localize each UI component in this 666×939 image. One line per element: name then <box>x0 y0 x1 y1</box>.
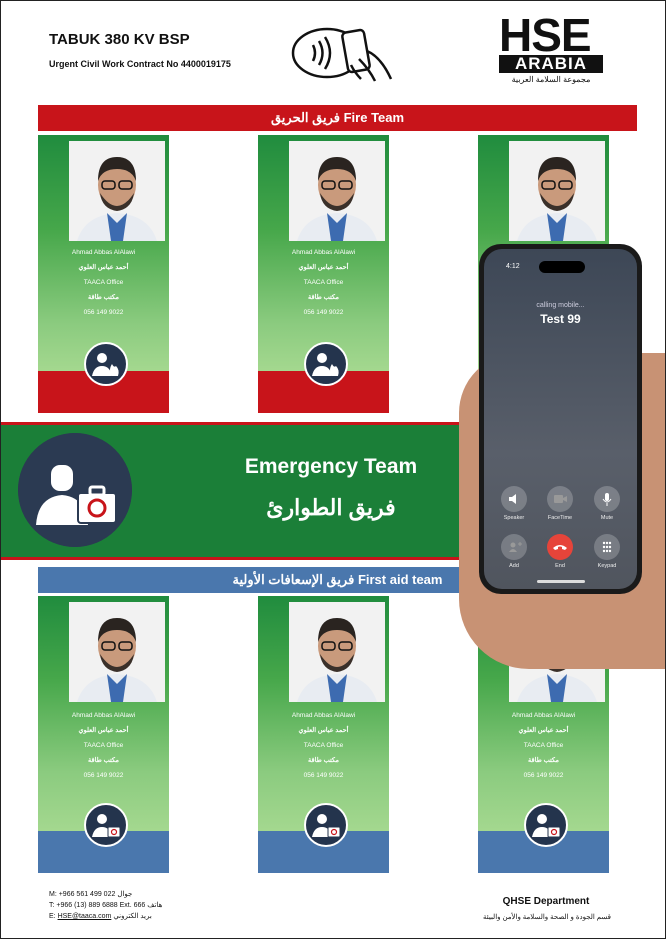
smartphone: 4:12 calling mobile... Test 99 Speaker F… <box>479 244 642 594</box>
footer-contact: M: +966 561 499 022 جوال T: +966 (13) 88… <box>49 889 162 922</box>
end-call-button[interactable] <box>547 534 573 560</box>
project-title: TABUK 380 KV BSP <box>49 31 190 48</box>
mute-label: Mute <box>600 515 614 521</box>
mute-button[interactable] <box>594 486 620 512</box>
member-info: Ahmad Abbas AlAlawi أحمد عباس العلوي TAA… <box>478 708 609 783</box>
emergency-team-title-en: Emergency Team <box>244 455 418 478</box>
member-info: Ahmad Abbas AlAlawi أحمد عباس العلوي TAA… <box>38 708 169 783</box>
member-photo <box>289 141 385 241</box>
member-name-en: Ahmad Abbas AlAlawi <box>291 249 356 256</box>
first-aid-card-1: Ahmad Abbas AlAlawi أحمد عباس العلوي TAA… <box>38 596 169 873</box>
dynamic-island <box>539 261 585 273</box>
member-office-ar: مكتب طاقة <box>528 757 559 764</box>
member-photo <box>69 602 165 702</box>
add-label: Add <box>509 563 519 569</box>
footer-email-suffix: بريد الكتروني <box>111 913 152 920</box>
member-office-ar: مكتب طاقة <box>88 294 119 301</box>
member-photo <box>509 141 605 241</box>
member-info: Ahmad Abbas AlAlawi أحمد عباس العلوي TAA… <box>38 245 169 320</box>
speaker-button[interactable] <box>501 486 527 512</box>
keypad-button[interactable] <box>594 534 620 560</box>
end-label: End <box>555 563 565 569</box>
member-name-ar: أحمد عباس العلوي <box>78 264 129 271</box>
footer-email-link[interactable]: HSE@taaca.com <box>58 913 112 920</box>
qhse-department-title: QHSE Department <box>502 896 590 907</box>
footer-telephone: T: +966 (13) 889 6888 Ext. 666 هاتف <box>49 902 163 909</box>
medic-with-first-aid-kit-icon <box>18 433 132 547</box>
qhse-department-arabic: قسم الجودة و الصحة والسلامة والأمن والبي… <box>482 914 612 921</box>
medic-with-first-aid-kit-icon <box>524 803 568 847</box>
member-office-ar: مكتب طاقة <box>308 294 339 301</box>
logo-hse-text: HSE <box>499 9 592 61</box>
member-office-en: TAACA Office <box>303 742 344 749</box>
member-name-ar: أحمد عباس العلوي <box>298 727 349 734</box>
member-office-en: TAACA Office <box>83 742 124 749</box>
member-name-en: Ahmad Abbas AlAlawi <box>71 712 136 719</box>
call-status: calling mobile... <box>536 302 585 309</box>
member-phone: 056 149 9022 <box>303 309 344 316</box>
keypad-label: Keypad <box>597 563 617 569</box>
footer-email-prefix: E: <box>49 913 58 920</box>
speaker-icon <box>509 494 516 504</box>
project-subtitle: Urgent Civil Work Contract No 4400019175 <box>49 59 231 69</box>
add-call-button[interactable] <box>501 534 527 560</box>
member-office-ar: مكتب طاقة <box>88 757 119 764</box>
member-name-ar: أحمد عباس العلوي <box>298 264 349 271</box>
status-time: 4:12 <box>506 263 520 270</box>
member-office-en: TAACA Office <box>303 279 344 286</box>
member-photo <box>69 141 165 241</box>
member-phone: 056 149 9022 <box>523 772 564 779</box>
poster-page: TABUK 380 KV BSP Urgent Civil Work Contr… <box>0 0 666 939</box>
end-call-icon <box>553 545 567 550</box>
member-office-en: TAACA Office <box>523 742 564 749</box>
member-info: Ahmad Abbas AlAlawi أحمد عباس العلوي TAA… <box>258 708 389 783</box>
fire-team-card-1: Ahmad Abbas AlAlawi أحمد عباس العلوي TAA… <box>38 135 169 413</box>
add-person-icon <box>509 542 522 552</box>
firefighter-icon <box>304 342 348 386</box>
facetime-label: FaceTime <box>547 515 573 521</box>
member-office-ar: مكتب طاقة <box>308 757 339 764</box>
call-screen: 4:12 calling mobile... Test 99 Speaker F… <box>484 249 637 589</box>
footer-email-line: E: HSE@taaca.com بريد الكتروني <box>49 911 162 922</box>
hse-arabia-logo: HSE ARABIA مجموعة السلامة العربية <box>499 9 603 95</box>
video-camera-icon <box>554 495 567 503</box>
home-indicator <box>537 580 585 583</box>
fire-team-title-bar: فريق الحريق Fire Team <box>38 105 637 131</box>
facetime-button[interactable] <box>547 486 573 512</box>
member-name-ar: أحمد عباس العلوي <box>518 727 569 734</box>
logo-arabic-text: مجموعة السلامة العربية <box>511 75 591 84</box>
contactless-phone-icon <box>291 27 393 82</box>
medic-with-first-aid-kit-icon <box>304 803 348 847</box>
member-phone: 056 149 9022 <box>83 309 124 316</box>
member-name-en: Ahmad Abbas AlAlawi <box>291 712 356 719</box>
emergency-team-title-ar: فريق الطوارئ <box>266 495 396 520</box>
microphone-icon <box>602 493 612 506</box>
member-name-ar: أحمد عباس العلوي <box>78 727 129 734</box>
firefighter-icon <box>84 342 128 386</box>
footer-mobile: M: +966 561 499 022 جوال <box>49 891 133 898</box>
member-phone: 056 149 9022 <box>303 772 344 779</box>
medic-with-first-aid-kit-icon <box>84 803 128 847</box>
member-name-en: Ahmad Abbas AlAlawi <box>71 249 136 256</box>
first-aid-card-2: Ahmad Abbas AlAlawi أحمد عباس العلوي TAA… <box>258 596 389 873</box>
member-office-en: TAACA Office <box>83 279 124 286</box>
speaker-label: Speaker <box>503 515 525 521</box>
fire-team-card-2: Ahmad Abbas AlAlawi أحمد عباس العلوي TAA… <box>258 135 389 413</box>
member-photo <box>289 602 385 702</box>
keypad-icon <box>602 541 612 553</box>
member-info: Ahmad Abbas AlAlawi أحمد عباس العلوي TAA… <box>258 245 389 320</box>
member-name-en: Ahmad Abbas AlAlawi <box>511 712 576 719</box>
caller-name: Test 99 <box>540 312 581 326</box>
member-phone: 056 149 9022 <box>83 772 124 779</box>
